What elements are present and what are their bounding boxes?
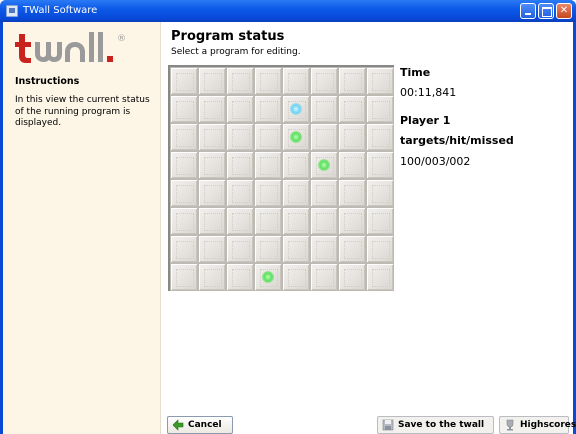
wall-cell [226, 67, 254, 95]
wall-cell [226, 235, 254, 263]
wall-cell [198, 263, 226, 291]
green-light-indicator [318, 159, 330, 171]
back-arrow-icon [172, 419, 184, 431]
wall-cell [282, 207, 310, 235]
wall-cell [198, 207, 226, 235]
wall-cell [170, 235, 198, 263]
wall-cell [170, 123, 198, 151]
cyan-light-indicator [290, 103, 302, 115]
highscores-button[interactable]: Highscores [499, 416, 576, 434]
wall-cell [254, 151, 282, 179]
time-value: 00:11,841 [400, 86, 457, 99]
wall-cell [254, 123, 282, 151]
wall-cell [338, 263, 366, 291]
stats-value: 100/003/002 [400, 155, 471, 168]
window-client-area: ® Instructions In this view the current … [3, 22, 576, 434]
player-label: Player 1 [400, 114, 451, 127]
cancel-button-label: Cancel [188, 420, 222, 430]
wall-cell [254, 235, 282, 263]
wall-cell [226, 95, 254, 123]
page-title: Program status [171, 29, 285, 44]
highscores-button-label: Highscores [520, 420, 576, 430]
wall-cell [366, 123, 394, 151]
wall-cell [282, 235, 310, 263]
wall-cell [310, 95, 338, 123]
registered-mark: ® [117, 34, 126, 44]
wall-cell [226, 123, 254, 151]
wall-cell [338, 207, 366, 235]
wall-cell [366, 235, 394, 263]
wall-cell [366, 179, 394, 207]
wall-cell [254, 263, 282, 291]
save-icon [382, 419, 394, 431]
wall-cell [254, 95, 282, 123]
wall-cell [366, 151, 394, 179]
wall-grid [168, 65, 394, 291]
app-window: TWall Software ✕ ® Instructions In this … [0, 0, 576, 434]
wall-cell [254, 207, 282, 235]
page-subtitle: Select a program for editing. [171, 47, 301, 57]
trophy-icon [506, 419, 514, 431]
wall-cell [366, 95, 394, 123]
title-bar[interactable]: TWall Software ✕ [0, 0, 576, 22]
wall-cell [338, 235, 366, 263]
wall-cell [170, 263, 198, 291]
wall-cell [198, 123, 226, 151]
wall-cell [310, 235, 338, 263]
wall-cell [310, 123, 338, 151]
app-icon [6, 5, 18, 17]
green-light-indicator [290, 131, 302, 143]
wall-cell [282, 95, 310, 123]
wall-cell [310, 179, 338, 207]
wall-cell [366, 67, 394, 95]
wall-cell [310, 151, 338, 179]
wall-cell [310, 67, 338, 95]
wall-cell [338, 95, 366, 123]
wall-cell [282, 123, 310, 151]
save-to-twall-button[interactable]: Save to the twall [377, 416, 494, 434]
wall-cell [338, 123, 366, 151]
wall-cell [338, 179, 366, 207]
wall-cell [198, 235, 226, 263]
wall-cell [226, 179, 254, 207]
wall-cell [226, 151, 254, 179]
wall-cell [366, 263, 394, 291]
wall-cell [170, 67, 198, 95]
wall-cell [226, 263, 254, 291]
wall-cell [310, 263, 338, 291]
wall-cell [170, 151, 198, 179]
wall-cell [366, 207, 394, 235]
maximize-button[interactable] [538, 3, 554, 19]
wall-cell [282, 263, 310, 291]
wall-cell [170, 207, 198, 235]
save-button-label: Save to the twall [398, 420, 485, 430]
wall-cell [198, 67, 226, 95]
wall-cell [254, 67, 282, 95]
wall-cell [338, 67, 366, 95]
wall-cell [198, 179, 226, 207]
wall-cell [198, 151, 226, 179]
main-panel: Program status Select a program for edit… [162, 22, 576, 434]
wall-cell [282, 151, 310, 179]
wall-cell [254, 179, 282, 207]
window-title: TWall Software [23, 5, 98, 16]
stats-label: targets/hit/missed [400, 134, 514, 147]
cancel-button[interactable]: Cancel [167, 416, 233, 434]
instructions-heading: Instructions [15, 76, 80, 87]
green-light-indicator [262, 271, 274, 283]
wall-cell [226, 207, 254, 235]
close-button[interactable]: ✕ [556, 3, 572, 19]
wall-cell [198, 95, 226, 123]
minimize-button[interactable] [520, 3, 536, 19]
time-label: Time [400, 66, 431, 79]
wall-cell [338, 151, 366, 179]
twall-logo: ® [13, 28, 143, 64]
wall-cell [310, 207, 338, 235]
wall-cell [170, 179, 198, 207]
sidebar: ® Instructions In this view the current … [3, 22, 161, 434]
instructions-text: In this view the current status of the r… [15, 95, 150, 128]
wall-cell [282, 179, 310, 207]
wall-cell [282, 67, 310, 95]
wall-cell [170, 95, 198, 123]
